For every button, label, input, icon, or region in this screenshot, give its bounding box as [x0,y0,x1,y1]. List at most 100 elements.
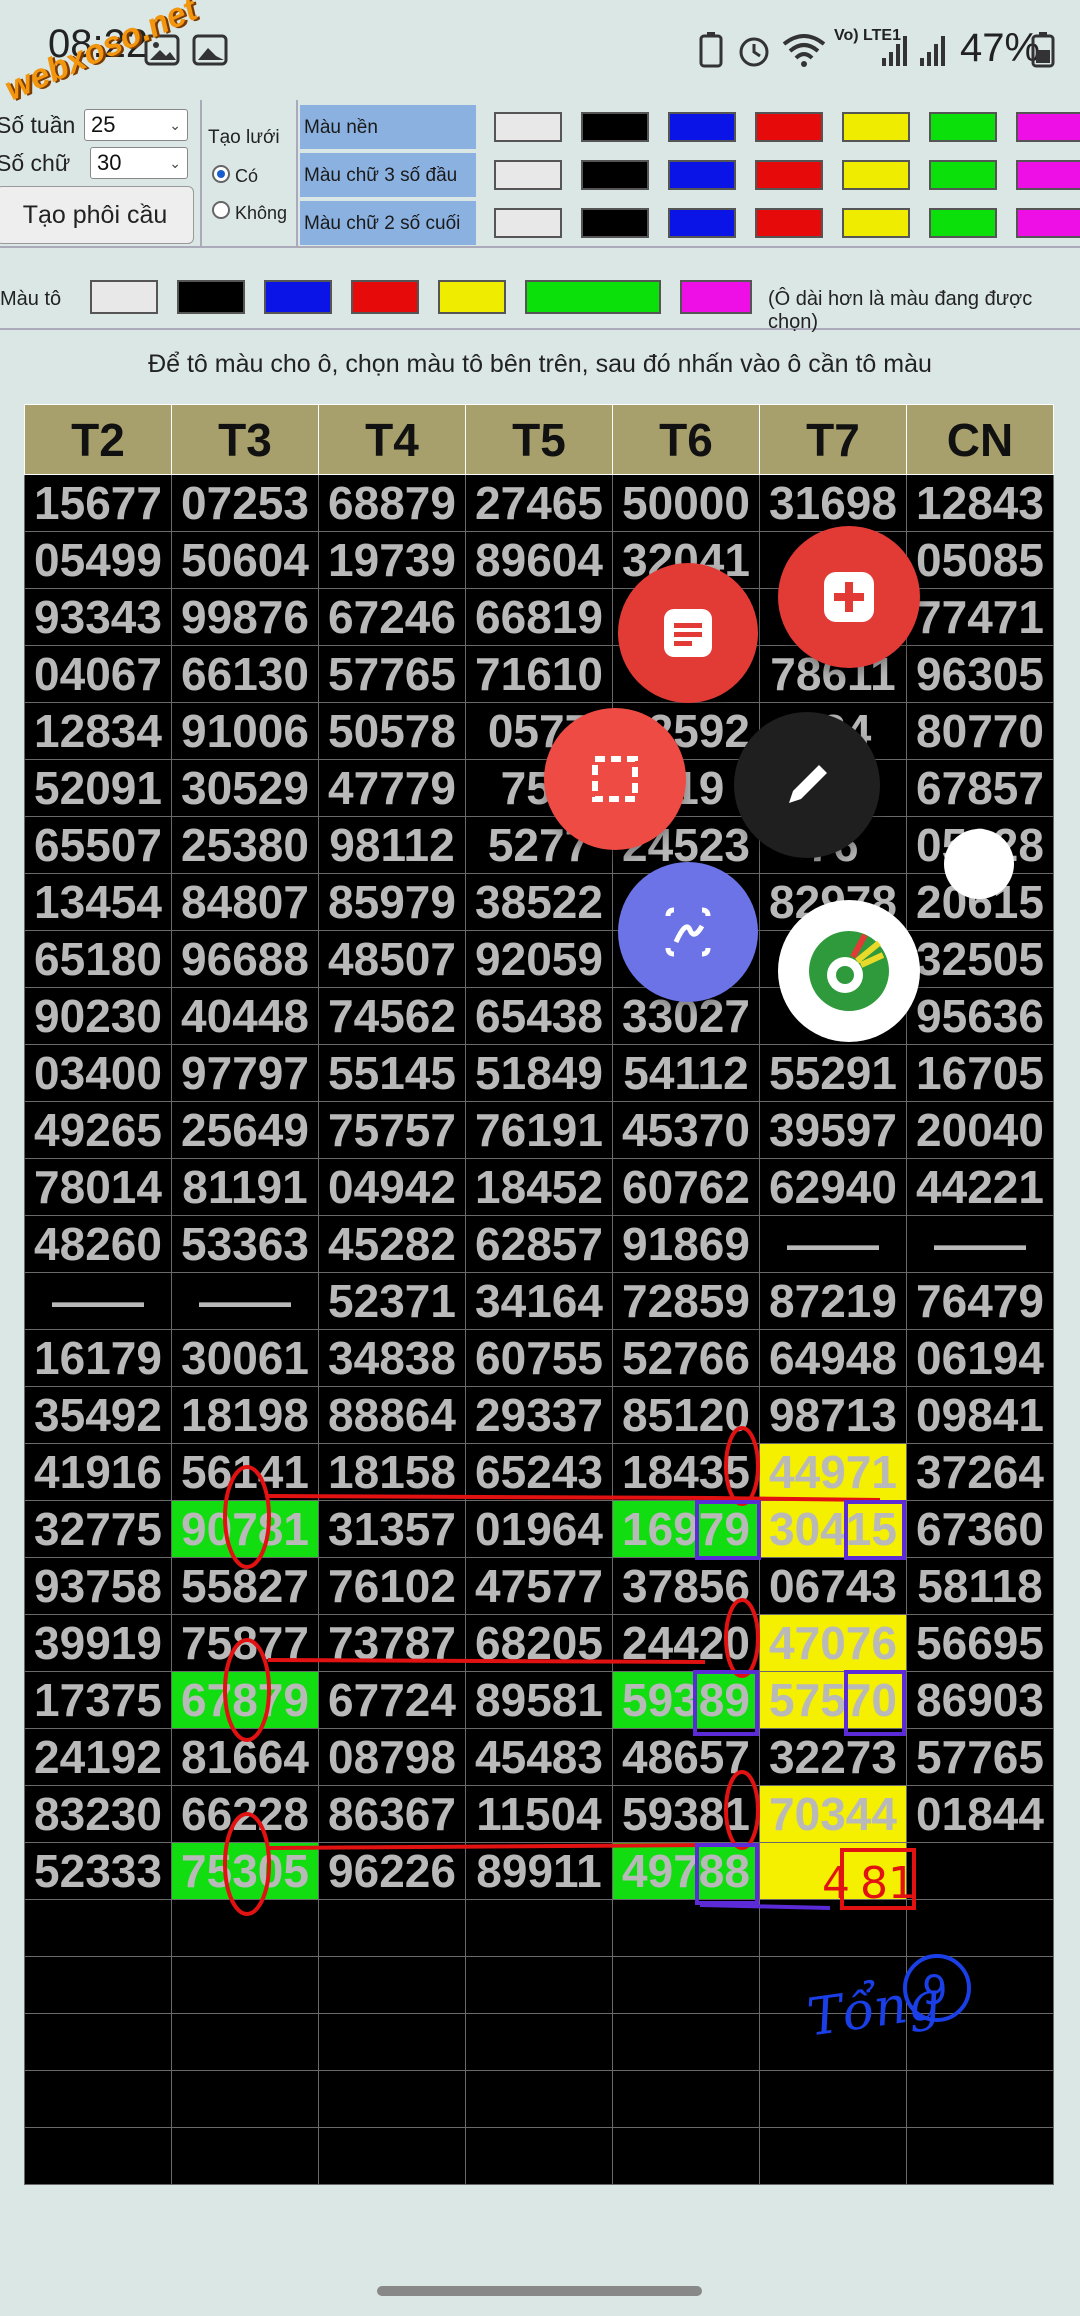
number-cell[interactable]: 07253 [171,474,319,532]
number-cell[interactable]: 57765 [906,1728,1054,1786]
number-cell[interactable] [171,1899,319,1957]
number-cell[interactable]: 99876 [171,588,319,646]
number-cell[interactable]: 49788 [612,1842,760,1900]
number-cell[interactable]: 47779 [318,759,466,817]
number-cell[interactable]: 70344 [759,1785,907,1843]
number-cell[interactable]: 60755 [465,1329,613,1387]
number-cell[interactable] [171,2127,319,2185]
number-cell[interactable]: 48260 [24,1215,172,1273]
swatch-yellow[interactable] [842,112,910,142]
number-cell[interactable]: 34838 [318,1329,466,1387]
number-cell[interactable]: 68205 [465,1614,613,1672]
swatch-blue[interactable] [668,208,736,238]
number-cell[interactable]: —— [171,1272,319,1330]
number-cell[interactable]: 89604 [465,531,613,589]
number-cell[interactable]: 03400 [24,1044,172,1102]
swatch-magenta[interactable] [1016,160,1080,190]
number-cell[interactable]: —— [759,1215,907,1273]
number-cell[interactable] [465,1899,613,1957]
number-cell[interactable]: 51849 [465,1044,613,1102]
number-cell[interactable]: 75305 [171,1842,319,1900]
number-cell[interactable]: 34164 [465,1272,613,1330]
number-cell[interactable]: 90781 [171,1500,319,1558]
number-cell[interactable]: 32505 [906,930,1054,988]
number-cell[interactable]: 91006 [171,702,319,760]
number-cell[interactable]: 67724 [318,1671,466,1729]
swatch-green[interactable] [929,160,997,190]
number-cell[interactable]: 18452 [465,1158,613,1216]
paint-swatch-white[interactable] [90,280,158,314]
number-cell[interactable] [759,1956,907,2014]
number-cell[interactable] [171,1956,319,2014]
number-cell[interactable] [612,2070,760,2128]
swatch-yellow[interactable] [842,208,910,238]
number-cell[interactable]: 93343 [24,588,172,646]
number-cell[interactable]: 47577 [465,1557,613,1615]
number-cell[interactable] [24,1956,172,2014]
number-cell[interactable]: 67857 [906,759,1054,817]
number-cell[interactable] [612,1956,760,2014]
number-cell[interactable]: 38522 [465,873,613,931]
number-cell[interactable]: 16979 [612,1500,760,1558]
number-cell[interactable]: 96226 [318,1842,466,1900]
number-cell[interactable]: 01844 [906,1785,1054,1843]
number-cell[interactable]: 75877 [171,1614,319,1672]
number-cell[interactable] [465,2127,613,2185]
number-cell[interactable]: 13454 [24,873,172,931]
number-cell[interactable]: 76479 [906,1272,1054,1330]
swatch-black[interactable] [581,112,649,142]
number-cell[interactable]: 96305 [906,645,1054,703]
number-cell[interactable]: 30061 [171,1329,319,1387]
number-cell[interactable]: 04942 [318,1158,466,1216]
number-cell[interactable]: 84807 [171,873,319,931]
number-cell[interactable]: 67360 [906,1500,1054,1558]
number-cell[interactable]: 50578 [318,702,466,760]
number-cell[interactable]: 24420 [612,1614,760,1672]
number-cell[interactable]: 86367 [318,1785,466,1843]
number-cell[interactable]: 64948 [759,1329,907,1387]
number-cell[interactable]: 24192 [24,1728,172,1786]
pen-button[interactable] [734,712,880,858]
number-cell[interactable]: 16179 [24,1329,172,1387]
number-cell[interactable]: 73787 [318,1614,466,1672]
swatch-blue[interactable] [668,112,736,142]
number-cell[interactable]: 89911 [465,1842,613,1900]
number-cell[interactable]: 85120 [612,1386,760,1444]
number-cell[interactable] [24,2013,172,2071]
swatch-white[interactable] [494,112,562,142]
number-cell[interactable] [318,2070,466,2128]
number-cell[interactable] [906,1842,1054,1900]
number-cell[interactable] [759,1842,907,1900]
number-cell[interactable]: 52766 [612,1329,760,1387]
paint-swatch-green-selected[interactable] [525,280,661,314]
number-cell[interactable]: 65243 [465,1443,613,1501]
number-cell[interactable]: 41916 [24,1443,172,1501]
number-cell[interactable]: 16705 [906,1044,1054,1102]
number-cell[interactable]: 35492 [24,1386,172,1444]
number-cell[interactable]: 67879 [171,1671,319,1729]
number-cell[interactable]: 76191 [465,1101,613,1159]
number-cell[interactable]: 59381 [612,1785,760,1843]
number-cell[interactable]: 05085 [906,531,1054,589]
number-cell[interactable]: 30529 [171,759,319,817]
number-cell[interactable]: 31357 [318,1500,466,1558]
number-cell[interactable]: 19739 [318,531,466,589]
swatch-blue[interactable] [668,160,736,190]
number-cell[interactable]: 39919 [24,1614,172,1672]
number-cell[interactable]: 59389 [612,1671,760,1729]
number-cell[interactable] [24,1899,172,1957]
number-cell[interactable]: 65507 [24,816,172,874]
number-cell[interactable]: 47076 [759,1614,907,1672]
number-cell[interactable]: 98112 [318,816,466,874]
number-cell[interactable]: 87219 [759,1272,907,1330]
number-cell[interactable]: 76102 [318,1557,466,1615]
number-cell[interactable]: 18198 [171,1386,319,1444]
number-cell[interactable]: 77471 [906,588,1054,646]
number-cell[interactable]: 25380 [171,816,319,874]
number-cell[interactable]: 52091 [24,759,172,817]
add-note-button[interactable] [778,526,920,668]
number-cell[interactable]: 44971 [759,1443,907,1501]
number-cell[interactable]: 91869 [612,1215,760,1273]
paint-swatch-blue[interactable] [264,280,332,314]
number-cell[interactable]: 48657 [612,1728,760,1786]
